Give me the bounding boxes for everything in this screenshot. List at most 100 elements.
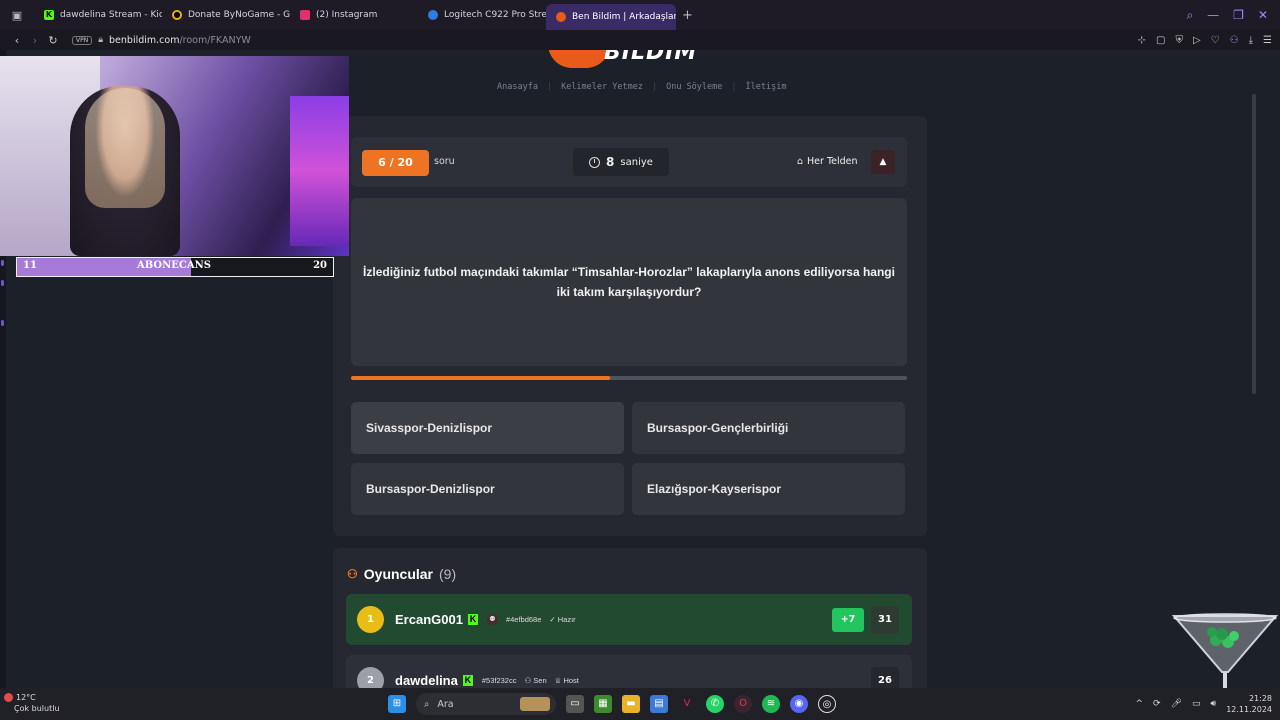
- heart-icon[interactable]: ♡: [1211, 35, 1220, 46]
- obs-icon[interactable]: ◎: [818, 695, 836, 713]
- answer-option-2[interactable]: Bursaspor-Gençlerbirliği: [632, 402, 905, 454]
- workspace-icon[interactable]: ▣: [12, 9, 22, 22]
- minecraft-icon[interactable]: ▦: [594, 695, 612, 713]
- nav-home[interactable]: Anasayfa: [488, 82, 547, 92]
- question-counter: 6 / 20: [362, 150, 429, 176]
- microphone-icon[interactable]: 🎤︎: [1171, 699, 1182, 709]
- menu-icon[interactable]: ☰: [1263, 35, 1272, 46]
- sync-icon[interactable]: ⟳: [1153, 699, 1161, 709]
- taskbar: 12°C Çok bulutlu ⊞ ⌕ Ara ▭ ▦ ▬ ▤ V ✆ O ≋…: [0, 688, 1280, 720]
- volume-icon[interactable]: 🔊︎: [1211, 699, 1217, 709]
- answer-label: Sivasspor-Denizlispor: [366, 421, 493, 435]
- new-tab-icon[interactable]: +: [682, 8, 693, 23]
- points-gained-badge: +7: [832, 607, 864, 632]
- search-highlight-icon: [520, 697, 550, 711]
- answer-option-3[interactable]: Bursaspor-Denizlispor: [351, 463, 624, 515]
- users-icon: ⚇: [347, 567, 358, 581]
- warning-icon: ▲: [879, 157, 887, 167]
- sub-goal-label: ABONECANS: [137, 260, 211, 271]
- play-icon[interactable]: ▷: [1193, 35, 1201, 46]
- shield-icon[interactable]: ⛨: [1175, 35, 1183, 46]
- store-icon[interactable]: ▤: [650, 695, 668, 713]
- file-explorer-icon[interactable]: ▬: [622, 695, 640, 713]
- back-icon[interactable]: ‹: [8, 34, 26, 47]
- webcam-streamer-hair: [85, 88, 165, 208]
- you-label: Sen: [533, 676, 547, 685]
- network-icon[interactable]: ▭: [1192, 699, 1201, 709]
- valorant-icon[interactable]: V: [678, 695, 696, 713]
- pin-icon[interactable]: ⊹: [1138, 35, 1146, 46]
- lock-icon[interactable]: 🔒︎: [98, 35, 103, 45]
- opera-gx-icon[interactable]: O: [734, 695, 752, 713]
- temperature: 12°C: [16, 693, 36, 702]
- report-button[interactable]: ▲: [871, 150, 895, 174]
- question-counter-label: soru: [434, 156, 455, 167]
- site-nav: Anasayfa | Kelimeler Yetmez | Onu Söyleme |…: [488, 82, 795, 92]
- profile-icon[interactable]: ⚇: [1230, 35, 1239, 46]
- logo-ball-icon: [548, 50, 610, 68]
- sidebar-dot[interactable]: [1, 320, 4, 326]
- nav-onu-soyleme[interactable]: Onu Söyleme: [657, 82, 731, 92]
- answer-option-4[interactable]: Elazığspor-Kayserispor: [632, 463, 905, 515]
- reload-icon[interactable]: ↻: [44, 34, 62, 47]
- host-badge: ♕ Host: [554, 676, 579, 685]
- search-icon[interactable]: ⌕: [1186, 8, 1193, 23]
- page-scrollbar[interactable]: [1252, 94, 1256, 394]
- time-progress-bar: [351, 376, 907, 380]
- kick-icon: K: [462, 675, 473, 686]
- sidebar-dot[interactable]: [1, 280, 4, 286]
- site-logo[interactable]: BILDIM: [548, 50, 708, 70]
- vpn-badge[interactable]: VPN: [72, 35, 93, 45]
- forward-icon[interactable]: ›: [26, 34, 44, 47]
- players-count: (9): [439, 566, 457, 582]
- taskbar-apps: ⊞ ⌕ Ara ▭ ▦ ▬ ▤ V ✆ O ≋ ◉ ◎: [388, 688, 836, 720]
- snapshot-icon[interactable]: ▢: [1156, 35, 1165, 46]
- nav-iletisim[interactable]: İletişim: [737, 82, 796, 92]
- player-score: 31: [871, 605, 899, 634]
- tab-logitech[interactable]: Logitech C922 Pro Strea: [418, 0, 546, 30]
- taskbar-search[interactable]: ⌕ Ara: [416, 693, 556, 715]
- player-name-group: dawdelina K #53f232cc ⚇ Sen ♕ Host: [395, 673, 579, 688]
- windows-start-icon[interactable]: ⊞: [388, 695, 406, 713]
- tab-instagram[interactable]: (2) Instagram: [290, 0, 418, 30]
- clock-time: 21:28: [1248, 694, 1272, 703]
- url-field[interactable]: benbildim.com/room/FKANYW: [109, 35, 251, 46]
- weather-widget[interactable]: 12°C Çok bulutlu: [4, 692, 60, 714]
- download-icon[interactable]: ⤓: [1249, 35, 1253, 46]
- tab-kick[interactable]: K dawdelina Stream - Kick: [34, 0, 162, 30]
- players-card: ⚇ Oyuncular (9) 1 ErcanG001 K ⚉ #4efbd68…: [333, 548, 927, 688]
- tab-label: (2) Instagram: [316, 10, 378, 20]
- category-label: Her Telden: [807, 156, 858, 167]
- maximize-icon[interactable]: ❐: [1233, 8, 1244, 22]
- taskbar-clock[interactable]: 21:28 12.11.2024: [1226, 693, 1272, 715]
- logo-text: BILDIM: [604, 50, 698, 65]
- clock-date: 12.11.2024: [1226, 705, 1272, 714]
- webcam-overlay: [0, 56, 349, 256]
- tab-benbildim[interactable]: Ben Bildim | Arkadaşların: [546, 4, 676, 30]
- weather-condition: Çok bulutlu: [14, 704, 60, 713]
- answer-option-1[interactable]: Sivasspor-Denizlispor: [351, 402, 624, 454]
- sidebar-dot[interactable]: [1, 260, 4, 266]
- question-box: İzlediğiniz futbol maçındaki takımlar “T…: [351, 198, 907, 366]
- rank-badge: 2: [357, 667, 384, 688]
- nav-kelimeler-yetmez[interactable]: Kelimeler Yetmez: [552, 82, 652, 92]
- window-controls: ⌕ — ❐ ✕: [1186, 0, 1280, 30]
- player-name: dawdelina: [395, 673, 458, 688]
- search-icon: ⌕: [424, 698, 430, 710]
- you-badge: ⚇ Sen: [524, 676, 547, 685]
- spotify-icon[interactable]: ≋: [762, 695, 780, 713]
- player-meta: ⚉ #4efbd68e ✓ Hazır: [486, 614, 576, 625]
- search-placeholder: Ara: [437, 698, 454, 710]
- browser-sidebar-icons[interactable]: ▣: [0, 9, 34, 22]
- player-score: 26: [871, 666, 899, 688]
- discord-icon[interactable]: ◉: [790, 695, 808, 713]
- instagram-icon: [300, 10, 310, 20]
- sub-goal-bar: 11 ABONECANS 20: [16, 257, 334, 277]
- tray-expand-icon[interactable]: ^: [1135, 699, 1143, 709]
- whatsapp-icon[interactable]: ✆: [706, 695, 724, 713]
- close-icon[interactable]: ✕: [1258, 8, 1268, 22]
- minimize-icon[interactable]: —: [1207, 8, 1219, 22]
- tab-bynogame[interactable]: ● Donate ByNoGame - Gel: [162, 0, 290, 30]
- kick-icon: K: [467, 614, 478, 625]
- task-view-icon[interactable]: ▭: [566, 695, 584, 713]
